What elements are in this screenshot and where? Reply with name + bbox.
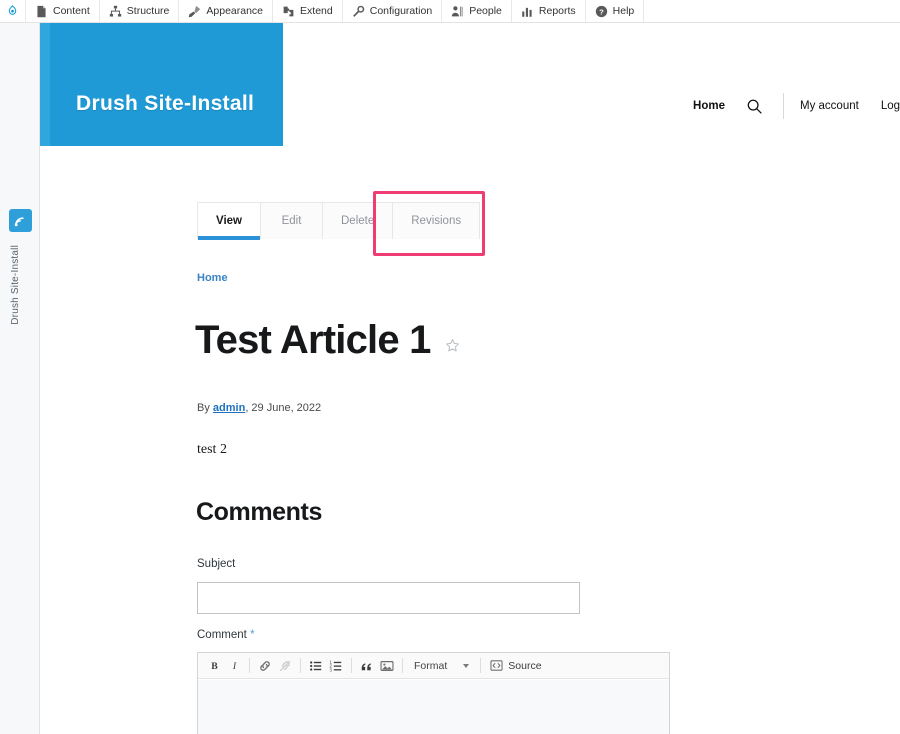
content-page-icon [35,5,48,18]
nav-link-log-out[interactable]: Log [881,100,900,112]
comment-editor-body[interactable] [198,679,669,734]
author-link[interactable]: admin [213,402,245,414]
toolbar-item-appearance[interactable]: Appearance [179,0,274,22]
toolbar-item-label: Extend [300,4,333,17]
search-icon[interactable] [739,95,769,117]
toolbar-item-label: People [469,4,502,17]
comment-label-text: Comment [197,629,247,641]
source-button-label: Source [508,659,542,672]
toolbar-item-configuration[interactable]: Configuration [343,0,443,22]
people-users-icon [451,5,464,18]
toolbar-item-label: Structure [126,4,170,17]
page-root: Content Structure Appearance Extend Conf… [0,0,900,734]
svg-text:?: ? [599,7,604,16]
image-icon[interactable] [377,656,397,676]
header-navigation: Home My account Log [693,92,900,120]
local-task-tabs: View Edit Delete Revisions [197,202,481,240]
reports-bars-icon [521,5,534,18]
source-code-icon [490,659,503,672]
toolbar-item-content[interactable]: Content [26,0,100,22]
blockquote-icon[interactable] [357,656,377,676]
chevron-down-icon [463,663,470,668]
toolbar-separator [351,658,352,673]
toolbar-home-link[interactable] [0,0,26,22]
toolbar-item-structure[interactable]: Structure [100,0,180,22]
format-dropdown-label: Format [414,659,448,672]
bulleted-list-icon[interactable] [306,656,326,676]
tab-delete[interactable]: Delete [323,203,394,239]
appearance-brush-icon [188,5,201,18]
unlink-icon [275,656,295,676]
configuration-wrench-icon [352,5,365,18]
nav-link-my-account[interactable]: My account [800,100,881,112]
toolbar-separator [402,658,403,673]
breadcrumb[interactable]: Home [197,272,228,284]
node-submitted: By admin, 29 June, 2022 [197,402,321,414]
toolbar-item-label: Appearance [206,4,264,17]
submitted-date: , 29 June, 2022 [245,402,322,414]
svg-text:B: B [211,661,218,672]
toolbar-item-label: Content [53,4,90,17]
subject-field-label: Subject [197,558,236,570]
tab-edit[interactable]: Edit [261,203,323,239]
toolbar-separator [480,658,482,673]
toolbar-item-label: Reports [538,4,576,17]
tab-label: Edit [281,215,302,227]
tab-label: View [216,215,242,227]
site-title[interactable]: Drush Site-Install [76,92,254,116]
tab-revisions[interactable]: Revisions [393,203,480,239]
submitted-prefix: By [197,402,213,414]
toolbar-item-people[interactable]: People [442,0,512,22]
nav-divider [783,93,784,119]
editor-toolbar: B I 1 2 3 Format Source [198,653,669,679]
svg-text:I: I [231,661,236,672]
toolbar-empty-space [644,0,900,22]
drupal-drop-icon [6,4,19,18]
numbered-list-icon[interactable]: 1 2 3 [326,656,346,676]
source-button[interactable]: Source [486,656,545,676]
star-outline-icon[interactable] [445,338,460,353]
comment-rich-text-editor: B I 1 2 3 Format Source [197,652,670,734]
subject-input[interactable] [197,582,580,614]
breadcrumb-item-home[interactable]: Home [197,272,228,284]
admin-tray-sidebar: Drush Site-Install [0,23,40,734]
toolbar-item-label: Help [612,4,635,17]
toolbar-item-label: Configuration [369,4,433,17]
bold-icon[interactable]: B [204,656,224,676]
link-icon[interactable] [255,656,275,676]
site-signal-icon[interactable] [9,209,32,232]
help-question-icon: ? [595,5,608,18]
node-body-text: test 2 [197,442,227,457]
required-marker: * [250,629,255,641]
toolbar-item-extend[interactable]: Extend [273,0,343,22]
svg-text:3: 3 [329,667,332,672]
structure-sitemap-icon [109,5,122,18]
toolbar-item-reports[interactable]: Reports [512,0,586,22]
admin-toolbar: Content Structure Appearance Extend Conf… [0,0,900,23]
italic-icon[interactable]: I [224,656,244,676]
toolbar-item-help[interactable]: ? Help [586,0,645,22]
nav-link-home[interactable]: Home [693,100,739,112]
tab-label: Delete [341,215,375,227]
tray-site-label: Drush Site-Install [10,245,21,325]
extend-puzzle-icon [282,5,295,18]
comment-field-label: Comment * [197,629,255,641]
page-title: Test Article 1 [195,318,460,363]
toolbar-separator [300,658,301,673]
tab-view[interactable]: View [198,203,261,240]
toolbar-separator [249,658,250,673]
format-dropdown[interactable]: Format [408,656,475,676]
main-content: View Edit Delete Revisions Home Test Art… [50,146,900,734]
comments-heading: Comments [196,498,322,526]
tab-label: Revisions [411,215,462,227]
page-title-text: Test Article 1 [195,318,431,362]
